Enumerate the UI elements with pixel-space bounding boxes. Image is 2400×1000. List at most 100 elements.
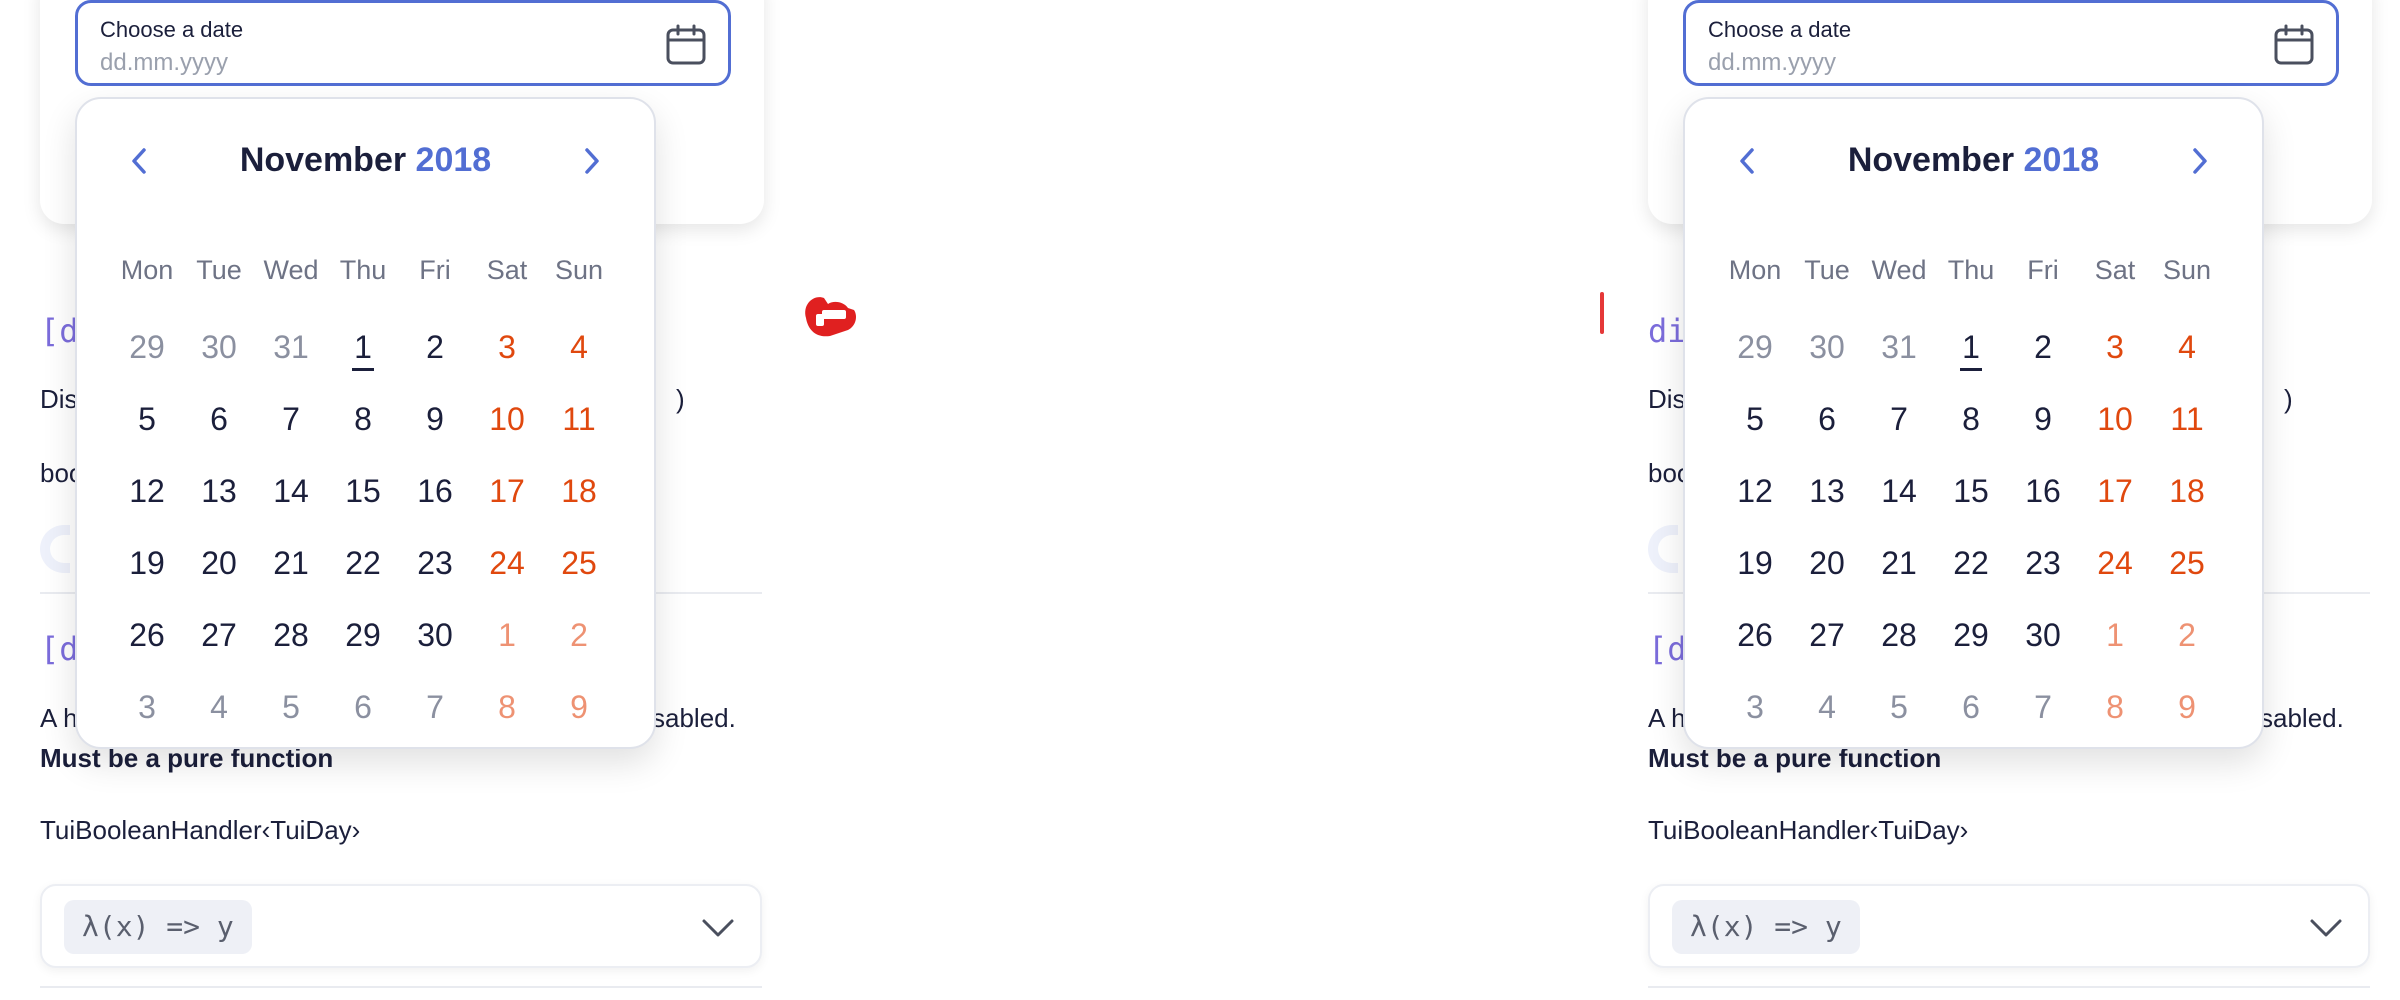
calendar-month[interactable]: November: [240, 141, 406, 179]
calendar-icon[interactable]: [2272, 23, 2316, 67]
calendar-day[interactable]: 6: [327, 671, 399, 743]
lambda-selector[interactable]: λ(x) => y: [40, 884, 762, 968]
calendar-day[interactable]: 30: [2007, 599, 2079, 671]
calendar-day[interactable]: 5: [1863, 671, 1935, 743]
date-input[interactable]: Choose a date dd.mm.yyyy: [75, 0, 731, 86]
calendar-day[interactable]: 19: [111, 527, 183, 599]
calendar-day[interactable]: 4: [2151, 311, 2223, 383]
previous-month-button[interactable]: [119, 141, 159, 181]
chevron-down-icon[interactable]: [700, 910, 736, 946]
calendar-title[interactable]: November 2018: [1685, 141, 2262, 180]
calendar-day[interactable]: 9: [2007, 383, 2079, 455]
toggle-switch[interactable]: [1648, 525, 1678, 573]
calendar-day[interactable]: 3: [1719, 671, 1791, 743]
calendar-year[interactable]: 2018: [416, 141, 492, 179]
calendar-day[interactable]: 2: [2151, 599, 2223, 671]
calendar-day[interactable]: 23: [2007, 527, 2079, 599]
calendar-day[interactable]: 6: [1935, 671, 2007, 743]
toggle-switch[interactable]: [40, 525, 70, 573]
calendar-day[interactable]: 25: [543, 527, 615, 599]
calendar-day[interactable]: 8: [327, 383, 399, 455]
calendar-day[interactable]: 1: [471, 599, 543, 671]
calendar-day[interactable]: 4: [1791, 671, 1863, 743]
calendar-day[interactable]: 28: [1863, 599, 1935, 671]
calendar-day[interactable]: 27: [183, 599, 255, 671]
chevron-down-icon[interactable]: [2308, 910, 2344, 946]
calendar-day[interactable]: 3: [2079, 311, 2151, 383]
calendar-day[interactable]: 21: [255, 527, 327, 599]
calendar-icon[interactable]: [664, 23, 708, 67]
calendar-day[interactable]: 1: [1935, 311, 2007, 383]
calendar-day[interactable]: 22: [1935, 527, 2007, 599]
calendar-day[interactable]: 9: [399, 383, 471, 455]
calendar-day[interactable]: 2: [2007, 311, 2079, 383]
calendar-day[interactable]: 14: [255, 455, 327, 527]
calendar-day[interactable]: 26: [1719, 599, 1791, 671]
calendar-year[interactable]: 2018: [2024, 141, 2100, 179]
calendar-day[interactable]: 1: [327, 311, 399, 383]
calendar-day[interactable]: 24: [471, 527, 543, 599]
calendar-day[interactable]: 8: [1935, 383, 2007, 455]
lambda-selector[interactable]: λ(x) => y: [1648, 884, 2370, 968]
calendar-day[interactable]: 15: [327, 455, 399, 527]
calendar-day[interactable]: 11: [543, 383, 615, 455]
calendar-day[interactable]: 29: [1935, 599, 2007, 671]
date-input[interactable]: Choose a date dd.mm.yyyy: [1683, 0, 2339, 86]
calendar-day[interactable]: 28: [255, 599, 327, 671]
calendar-day[interactable]: 24: [2079, 527, 2151, 599]
calendar-day[interactable]: 3: [111, 671, 183, 743]
calendar-day[interactable]: 13: [1791, 455, 1863, 527]
calendar-day[interactable]: 25: [2151, 527, 2223, 599]
calendar-day[interactable]: 22: [327, 527, 399, 599]
calendar-day[interactable]: 9: [2151, 671, 2223, 743]
calendar-day[interactable]: 5: [255, 671, 327, 743]
previous-month-button[interactable]: [1727, 141, 1767, 181]
calendar-day[interactable]: 29: [327, 599, 399, 671]
calendar-month[interactable]: November: [1848, 141, 2014, 179]
calendar-day[interactable]: 5: [111, 383, 183, 455]
calendar-day[interactable]: 30: [1791, 311, 1863, 383]
calendar-day[interactable]: 20: [183, 527, 255, 599]
calendar-day[interactable]: 5: [1719, 383, 1791, 455]
calendar-day[interactable]: 17: [2079, 455, 2151, 527]
calendar-day[interactable]: 16: [2007, 455, 2079, 527]
calendar-day[interactable]: 30: [399, 599, 471, 671]
calendar-day[interactable]: 1: [2079, 599, 2151, 671]
calendar-day[interactable]: 7: [255, 383, 327, 455]
next-month-button[interactable]: [2180, 141, 2220, 181]
calendar-day[interactable]: 21: [1863, 527, 1935, 599]
calendar-day[interactable]: 7: [1863, 383, 1935, 455]
calendar-day[interactable]: 6: [1791, 383, 1863, 455]
calendar-day[interactable]: 29: [1719, 311, 1791, 383]
calendar-day[interactable]: 9: [543, 671, 615, 743]
calendar-day[interactable]: 16: [399, 455, 471, 527]
calendar-day[interactable]: 19: [1719, 527, 1791, 599]
calendar-day[interactable]: 13: [183, 455, 255, 527]
calendar-day[interactable]: 30: [183, 311, 255, 383]
calendar-day[interactable]: 2: [399, 311, 471, 383]
calendar-day[interactable]: 8: [2079, 671, 2151, 743]
calendar-title[interactable]: November 2018: [77, 141, 654, 180]
calendar-day[interactable]: 18: [543, 455, 615, 527]
calendar-day[interactable]: 31: [255, 311, 327, 383]
calendar-day[interactable]: 31: [1863, 311, 1935, 383]
calendar-day[interactable]: 29: [111, 311, 183, 383]
calendar-day[interactable]: 26: [111, 599, 183, 671]
next-month-button[interactable]: [572, 141, 612, 181]
calendar-day[interactable]: 15: [1935, 455, 2007, 527]
calendar-day[interactable]: 27: [1791, 599, 1863, 671]
calendar-day[interactable]: 7: [2007, 671, 2079, 743]
calendar-day[interactable]: 12: [1719, 455, 1791, 527]
calendar-day[interactable]: 14: [1863, 455, 1935, 527]
calendar-day[interactable]: 18: [2151, 455, 2223, 527]
calendar-day[interactable]: 10: [471, 383, 543, 455]
calendar-day[interactable]: 11: [2151, 383, 2223, 455]
calendar-day[interactable]: 6: [183, 383, 255, 455]
calendar-day[interactable]: 8: [471, 671, 543, 743]
calendar-day[interactable]: 12: [111, 455, 183, 527]
calendar-day[interactable]: 10: [2079, 383, 2151, 455]
calendar-day[interactable]: 17: [471, 455, 543, 527]
calendar-day[interactable]: 20: [1791, 527, 1863, 599]
calendar-day[interactable]: 4: [183, 671, 255, 743]
calendar-day[interactable]: 7: [399, 671, 471, 743]
